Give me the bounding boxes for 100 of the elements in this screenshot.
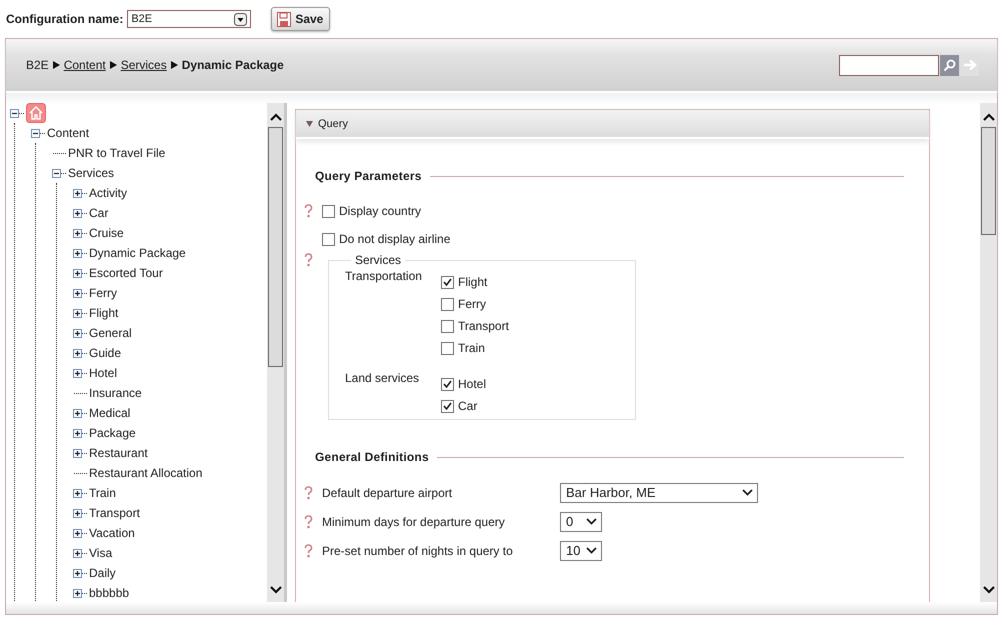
- panel-header[interactable]: Query: [296, 110, 929, 139]
- expand-toggle[interactable]: [73, 208, 82, 218]
- plus-icon: [74, 570, 81, 576]
- expand-toggle[interactable]: [73, 268, 82, 278]
- expand-toggle[interactable]: [73, 588, 82, 598]
- tree-item[interactable]: bbbbbb: [89, 586, 130, 600]
- chevron-icon: [586, 518, 597, 525]
- collapse-toggle[interactable]: [31, 128, 40, 138]
- help-icon[interactable]: [304, 253, 313, 267]
- tree-item[interactable]: Package: [89, 426, 136, 440]
- tree-item[interactable]: Activity: [89, 186, 128, 200]
- scroll-up-icon[interactable]: [270, 113, 282, 121]
- home-icon[interactable]: [26, 103, 46, 123]
- collapse-toggle[interactable]: [52, 168, 61, 178]
- expand-toggle[interactable]: [73, 228, 82, 238]
- help-icon[interactable]: [304, 544, 313, 558]
- expand-toggle[interactable]: [73, 248, 82, 258]
- scrollbar[interactable]: [267, 103, 284, 602]
- plus-icon: [74, 370, 81, 376]
- tree-item[interactable]: Content: [47, 126, 90, 140]
- tree-item[interactable]: Medical: [89, 406, 130, 420]
- field-label: Default departure airport: [322, 486, 454, 500]
- tree-item[interactable]: Escorted Tour: [89, 266, 163, 280]
- tree-item[interactable]: PNR to Travel File: [68, 146, 166, 160]
- scrollbar[interactable]: [980, 103, 997, 602]
- checkbox-label: Hotel: [458, 377, 486, 391]
- plus-icon: [74, 450, 81, 456]
- tree-item[interactable]: Dynamic Package: [89, 246, 186, 260]
- dropdown[interactable]: 0: [560, 512, 602, 532]
- expand-toggle[interactable]: [73, 348, 82, 358]
- collapse-triangle-icon[interactable]: [306, 120, 313, 126]
- plus-icon: [74, 330, 81, 336]
- checkbox-label: Display country: [339, 204, 422, 218]
- scroll-thumb[interactable]: [981, 127, 996, 235]
- expand-toggle[interactable]: [73, 488, 82, 498]
- breadcrumb-link[interactable]: Services: [120, 58, 167, 72]
- expand-toggle[interactable]: [73, 328, 82, 338]
- plus-icon: [74, 530, 81, 536]
- expand-toggle[interactable]: [73, 548, 82, 558]
- expand-toggle[interactable]: [73, 568, 82, 578]
- tree-item[interactable]: Cruise: [89, 226, 124, 240]
- help-icon[interactable]: [304, 514, 313, 528]
- expand-toggle[interactable]: [73, 428, 82, 438]
- checkbox[interactable]: [322, 232, 335, 246]
- tree-item[interactable]: Guide: [89, 346, 122, 360]
- help-icon[interactable]: [304, 486, 313, 500]
- checkbox-label: Transport: [458, 319, 509, 333]
- tree-item[interactable]: Ferry: [89, 286, 117, 300]
- checkbox[interactable]: [441, 378, 454, 390]
- checkbox[interactable]: [441, 342, 454, 354]
- scroll-thumb[interactable]: [268, 127, 283, 367]
- search-icon: [943, 58, 956, 72]
- plus-icon: [74, 270, 81, 276]
- search-field[interactable]: [839, 54, 939, 76]
- tree-item[interactable]: Car: [89, 206, 108, 220]
- tree-item[interactable]: Visa: [89, 546, 112, 560]
- dropdown[interactable]: Bar Harbor, ME: [560, 482, 758, 502]
- separator-icon: [52, 61, 60, 69]
- checkbox[interactable]: [441, 276, 454, 288]
- plus-icon: [74, 190, 81, 196]
- tree-item[interactable]: Restaurant Allocation: [89, 466, 202, 480]
- configuration-dropdown[interactable]: B2E: [127, 10, 252, 28]
- tree-item[interactable]: Train: [89, 486, 116, 500]
- expand-toggle[interactable]: [73, 188, 82, 198]
- tree-item[interactable]: Restaurant: [89, 446, 148, 460]
- tree-item[interactable]: Daily: [89, 566, 116, 580]
- plus-icon: [74, 250, 81, 256]
- tree-item[interactable]: Flight: [89, 306, 118, 320]
- expand-toggle[interactable]: [73, 408, 82, 418]
- tree-item[interactable]: Insurance: [89, 386, 142, 400]
- help-icon[interactable]: [304, 204, 313, 218]
- checkbox[interactable]: [322, 204, 335, 218]
- expand-toggle[interactable]: [73, 308, 82, 318]
- scroll-down-icon[interactable]: [982, 586, 994, 594]
- tree-item[interactable]: Hotel: [89, 366, 118, 380]
- checkbox-label: Flight: [458, 275, 488, 289]
- scroll-down-icon[interactable]: [270, 586, 282, 594]
- plus-icon: [74, 590, 81, 596]
- breadcrumb-link[interactable]: Content: [64, 58, 106, 72]
- collapse-toggle[interactable]: [10, 108, 19, 118]
- dropdown[interactable]: 10: [560, 540, 602, 560]
- expand-toggle[interactable]: [73, 508, 82, 518]
- tree-item[interactable]: Vacation: [89, 526, 135, 540]
- tree-item[interactable]: General: [89, 326, 132, 340]
- search-button[interactable]: [940, 54, 959, 76]
- checkbox[interactable]: [441, 320, 454, 332]
- scroll-up-icon[interactable]: [982, 113, 994, 121]
- checkbox[interactable]: [441, 298, 454, 310]
- plus-icon: [74, 510, 81, 516]
- checkbox[interactable]: [441, 400, 454, 412]
- plus-icon: [74, 430, 81, 436]
- expand-toggle[interactable]: [73, 288, 82, 298]
- checkbox-label: Do not display airline: [339, 232, 450, 246]
- expand-toggle[interactable]: [73, 448, 82, 458]
- save-button[interactable]: Save: [271, 7, 330, 31]
- checkbox-label: Train: [458, 341, 485, 355]
- expand-toggle[interactable]: [73, 368, 82, 378]
- tree-item[interactable]: Services: [68, 166, 114, 180]
- tree-item[interactable]: Transport: [89, 506, 140, 520]
- expand-toggle[interactable]: [73, 528, 82, 538]
